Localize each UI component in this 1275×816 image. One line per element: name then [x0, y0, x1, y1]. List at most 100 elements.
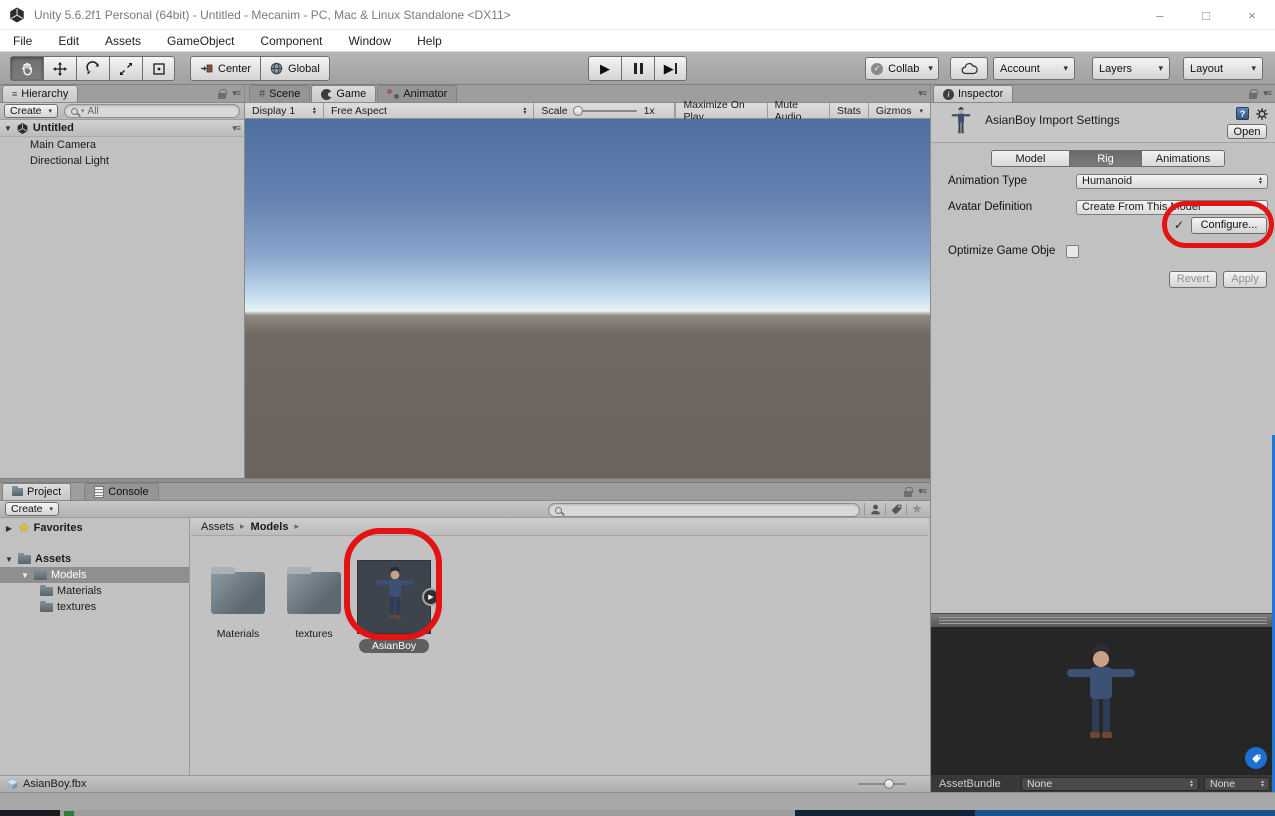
- hand-tool-button[interactable]: [10, 56, 43, 81]
- layers-dropdown[interactable]: Layers▾: [1092, 57, 1170, 80]
- animation-type-dropdown[interactable]: Humanoid ▴▾: [1076, 174, 1268, 189]
- tag-badge-icon[interactable]: [1245, 747, 1267, 769]
- gizmos-dropdown[interactable]: Gizmos▾: [868, 103, 930, 118]
- updown-icon: ▴▾: [523, 107, 526, 115]
- zoom-slider-track[interactable]: [858, 783, 906, 785]
- menu-assets[interactable]: Assets: [92, 34, 154, 48]
- aspect-dropdown[interactable]: Free Aspect ▴▾: [324, 103, 534, 118]
- hierarchy-search-input[interactable]: ▾ All: [64, 104, 240, 118]
- play-button[interactable]: ▶: [588, 56, 621, 81]
- space-global-button[interactable]: Global: [260, 56, 330, 81]
- tree-textures[interactable]: textures: [0, 599, 189, 615]
- rect-tool-button[interactable]: [142, 56, 175, 81]
- step-icon: ▶: [664, 61, 674, 77]
- assetbundle-variant-dropdown[interactable]: None ▴▾: [1204, 777, 1270, 791]
- menu-gameobject[interactable]: GameObject: [154, 34, 247, 48]
- favorite-search-button[interactable]: ★: [906, 503, 927, 516]
- search-by-label-button[interactable]: [885, 503, 906, 516]
- hierarchy-create-button[interactable]: Create▾: [4, 104, 58, 118]
- tab-scene[interactable]: # Scene: [249, 85, 310, 102]
- panel-menu-icon[interactable]: ▾≡: [1263, 88, 1271, 99]
- tree-materials[interactable]: Materials: [0, 583, 189, 599]
- maximize-on-play-button[interactable]: Maximize On Play: [675, 103, 766, 118]
- pause-button[interactable]: [621, 56, 654, 81]
- scale-track[interactable]: [575, 110, 637, 112]
- revert-button[interactable]: Revert: [1169, 271, 1217, 288]
- crumb-assets[interactable]: Assets: [201, 521, 234, 533]
- minimize-button[interactable]: –: [1137, 0, 1183, 30]
- preview-resize-handle[interactable]: [931, 613, 1275, 627]
- panel-menu-icon[interactable]: ▾≡: [232, 88, 240, 99]
- account-dropdown[interactable]: Account▾: [993, 57, 1075, 80]
- scale-tool-button[interactable]: [109, 56, 142, 81]
- asset-folder-textures[interactable]: [287, 572, 341, 614]
- project-search-input[interactable]: [548, 503, 860, 517]
- scene-row-untitled[interactable]: ▼ Untitled ▾≡: [0, 120, 244, 137]
- tree-assets[interactable]: ▼ Assets: [0, 551, 189, 567]
- menu-component[interactable]: Component: [247, 34, 335, 48]
- close-button[interactable]: ×: [1229, 0, 1275, 30]
- scale-slider[interactable]: Scale 1x: [534, 103, 675, 118]
- open-button[interactable]: Open: [1227, 124, 1267, 139]
- expand-asset-icon[interactable]: ▶: [422, 588, 440, 606]
- hierarchy-item-main-camera[interactable]: Main Camera: [0, 137, 244, 153]
- display-dropdown[interactable]: Display 1 ▴▾: [245, 103, 324, 118]
- tree-models-selected[interactable]: ▼ Models: [0, 567, 189, 583]
- help-icon[interactable]: ?: [1236, 107, 1249, 120]
- asset-grid: Materials textures ▶ AsianBoy: [191, 536, 928, 775]
- menu-window[interactable]: Window: [335, 34, 404, 48]
- avatar-definition-dropdown[interactable]: Create From This Model ▴▾: [1076, 200, 1268, 215]
- menu-file[interactable]: File: [0, 34, 45, 48]
- step-button[interactable]: ▶: [654, 56, 687, 81]
- asianboy-label: AsianBoy: [359, 639, 429, 653]
- layout-label: Layout: [1190, 63, 1223, 75]
- scale-thumb[interactable]: [573, 106, 583, 116]
- model-preview[interactable]: [931, 627, 1275, 775]
- panel-menu-icon[interactable]: ▾≡: [918, 486, 926, 497]
- layout-dropdown[interactable]: Layout▾: [1183, 57, 1263, 80]
- tab-model[interactable]: Model: [992, 151, 1070, 166]
- lock-icon[interactable]: [904, 491, 912, 497]
- game-view[interactable]: [245, 119, 930, 478]
- gear-icon[interactable]: [1255, 107, 1269, 121]
- asset-asianboy[interactable]: [357, 560, 431, 634]
- cloud-button[interactable]: [950, 57, 988, 80]
- tab-game[interactable]: Game: [311, 85, 376, 102]
- lock-icon[interactable]: [1249, 93, 1257, 99]
- zoom-slider-thumb[interactable]: [884, 779, 894, 789]
- asset-folder-materials[interactable]: [211, 572, 265, 614]
- maximize-button[interactable]: □: [1183, 0, 1229, 30]
- tab-project[interactable]: Project: [2, 483, 71, 500]
- mute-audio-button[interactable]: Mute Audio: [767, 103, 829, 118]
- lock-icon[interactable]: [218, 93, 226, 99]
- menu-help[interactable]: Help: [404, 34, 455, 48]
- pivot-icon: [200, 63, 213, 74]
- rotate-tool-button[interactable]: [76, 56, 109, 81]
- apply-button[interactable]: Apply: [1223, 271, 1267, 288]
- hierarchy-item-directional-light[interactable]: Directional Light: [0, 153, 244, 169]
- rect-icon: [151, 61, 167, 77]
- tab-rig[interactable]: Rig: [1070, 151, 1142, 166]
- tab-animations[interactable]: Animations: [1142, 151, 1224, 166]
- project-create-button[interactable]: Create▾: [5, 502, 59, 516]
- search-by-type-button[interactable]: [864, 503, 885, 516]
- optimize-game-object-checkbox[interactable]: [1066, 245, 1079, 258]
- tab-hierarchy[interactable]: ≡ Hierarchy: [2, 85, 78, 102]
- configure-button[interactable]: Configure...: [1191, 217, 1267, 234]
- tab-animator[interactable]: Animator: [377, 85, 457, 102]
- label-icon: [890, 503, 903, 516]
- pivot-center-button[interactable]: Center: [190, 56, 260, 81]
- crumb-models[interactable]: Models: [251, 521, 289, 533]
- tree-favorites[interactable]: ▶ ★ Favorites: [0, 520, 189, 536]
- menu-edit[interactable]: Edit: [45, 34, 92, 48]
- scene-menu-icon[interactable]: ▾≡: [232, 123, 240, 134]
- panel-menu-icon[interactable]: ▾≡: [918, 88, 926, 99]
- tab-inspector[interactable]: i Inspector: [933, 85, 1013, 102]
- project-status-bar: AsianBoy.fbx: [0, 775, 930, 792]
- move-tool-button[interactable]: [43, 56, 76, 81]
- assetbundle-dropdown[interactable]: None ▴▾: [1021, 777, 1199, 791]
- stats-button[interactable]: Stats: [829, 103, 868, 118]
- project-panel: Project Console ▾≡ Create▾ ★: [0, 483, 930, 792]
- collab-dropdown[interactable]: ✓ Collab ▾: [865, 57, 939, 80]
- tab-console[interactable]: Console: [84, 483, 158, 500]
